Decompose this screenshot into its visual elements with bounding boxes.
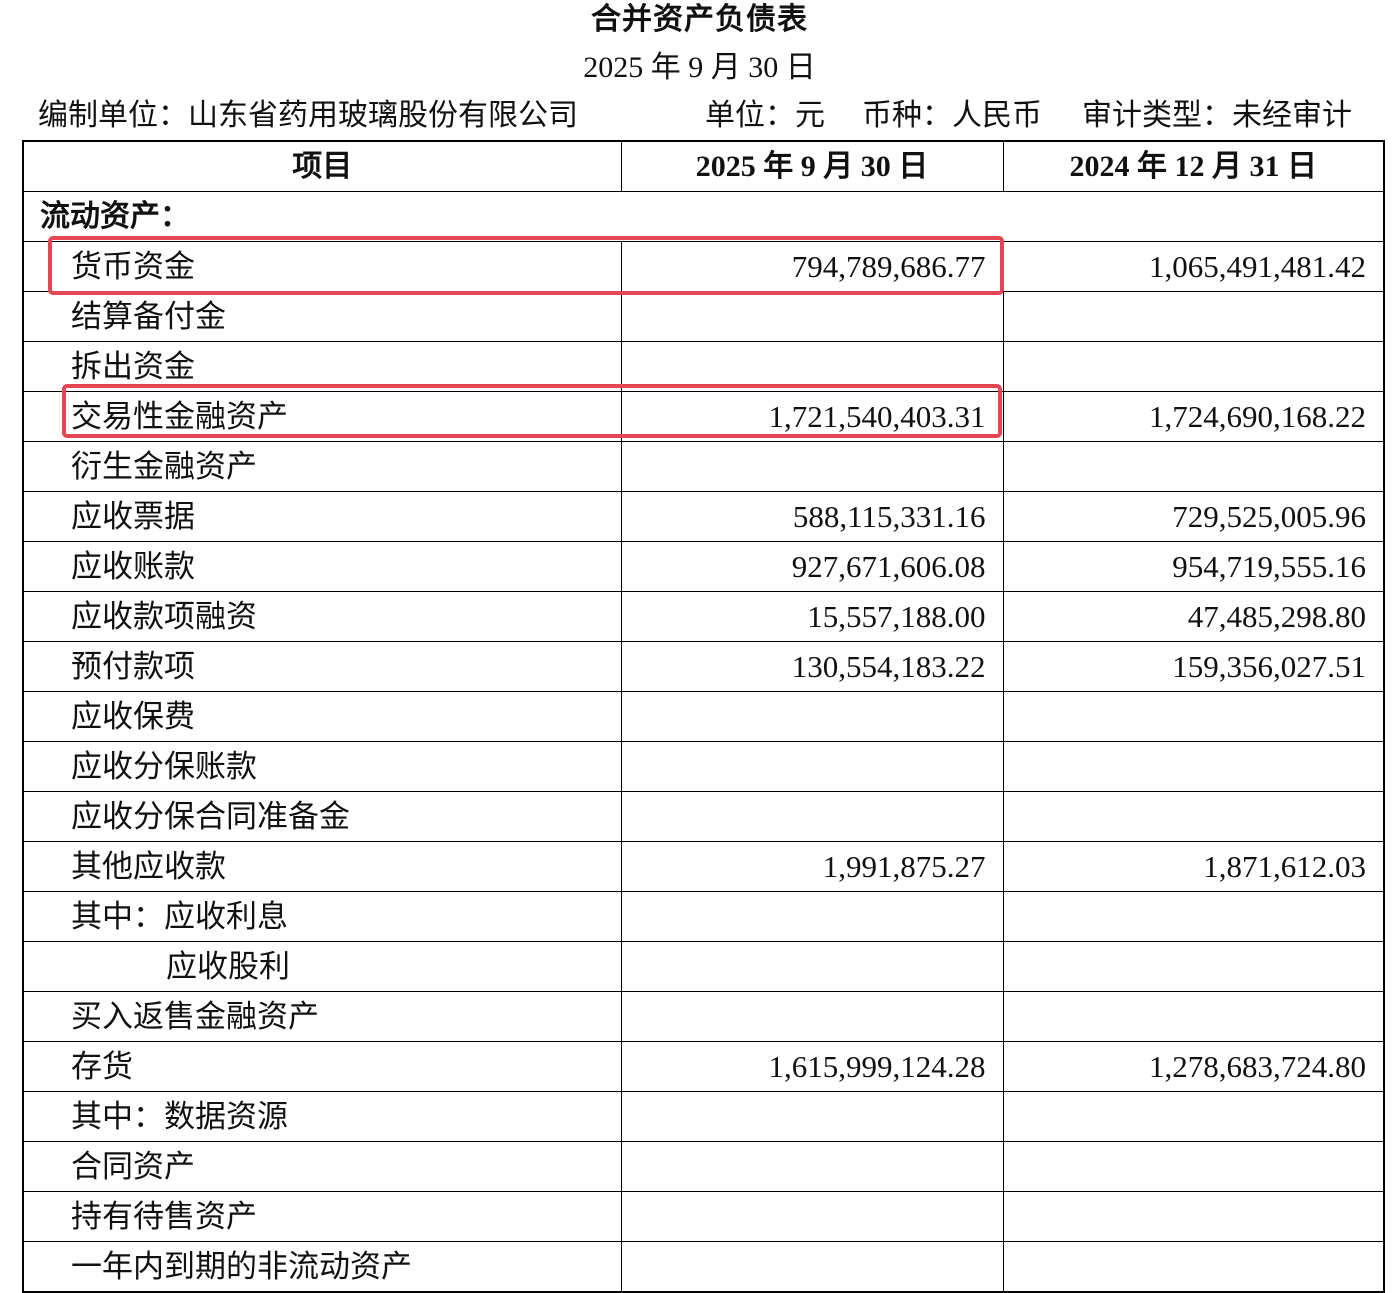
- current-value: [620, 441, 1004, 492]
- table-row: 一年内到期的非流动资产: [22, 1241, 1385, 1293]
- table-row: 其中：应收利息: [22, 891, 1385, 942]
- unit-info: 单位：元: [705, 99, 825, 132]
- previous-value: [1002, 691, 1385, 742]
- current-value: [620, 941, 1004, 992]
- previous-value: 1,278,683,724.80: [1002, 1041, 1385, 1092]
- item-label: 一年内到期的非流动资产: [22, 1241, 622, 1293]
- item-label: 货币资金: [22, 241, 622, 292]
- previous-value: [1002, 991, 1385, 1042]
- previous-value: 1,065,491,481.42: [1002, 241, 1385, 292]
- current-value: [620, 1191, 1004, 1242]
- current-value: [620, 291, 1004, 342]
- audit-type-info: 审计类型：未经审计: [1082, 99, 1352, 132]
- item-label: 衍生金融资产: [22, 441, 622, 492]
- table-row: 应收款项融资 15,557,188.00 47,485,298.80: [22, 591, 1385, 642]
- item-label: 其中：应收利息: [22, 891, 622, 942]
- preparer-info: 编制单位：山东省药用玻璃股份有限公司: [38, 99, 578, 132]
- document-title: 合并资产负债表: [591, 3, 808, 36]
- table-row: 预付款项 130,554,183.22 159,356,027.51: [22, 641, 1385, 692]
- table-row: 货币资金 794,789,686.77 1,065,491,481.42: [22, 241, 1385, 292]
- table-row: 应收分保账款: [22, 741, 1385, 792]
- previous-value: [1002, 741, 1385, 792]
- current-value: [620, 791, 1004, 842]
- section-label: 流动资产：: [22, 191, 1385, 242]
- previous-value: [1002, 1191, 1385, 1242]
- current-value: [620, 691, 1004, 742]
- item-label: 应收款项融资: [22, 591, 622, 642]
- table-row: 应收分保合同准备金: [22, 791, 1385, 842]
- table-row: 存货 1,615,999,124.28 1,278,683,724.80: [22, 1041, 1385, 1092]
- previous-value: [1002, 891, 1385, 942]
- item-label: 预付款项: [22, 641, 622, 692]
- current-value: [620, 891, 1004, 942]
- header-current-period: 2025 年 9 月 30 日: [620, 140, 1004, 192]
- item-label: 合同资产: [22, 1141, 622, 1192]
- table-row: 应收账款 927,671,606.08 954,719,555.16: [22, 541, 1385, 592]
- table-row: 买入返售金融资产: [22, 991, 1385, 1042]
- current-value: [620, 1141, 1004, 1192]
- table-row: 拆出资金: [22, 341, 1385, 392]
- table-row: 持有待售资产: [22, 1191, 1385, 1242]
- item-label: 持有待售资产: [22, 1191, 622, 1242]
- previous-value: [1002, 441, 1385, 492]
- currency-info: 币种：人民币: [862, 99, 1042, 132]
- previous-value: 47,485,298.80: [1002, 591, 1385, 642]
- previous-value: 1,871,612.03: [1002, 841, 1385, 892]
- table-row: 其中：数据资源: [22, 1091, 1385, 1142]
- item-label: 应收票据: [22, 491, 622, 542]
- previous-value: [1002, 1241, 1385, 1293]
- current-value: 130,554,183.22: [620, 641, 1004, 692]
- item-label: 结算备付金: [22, 291, 622, 342]
- table-row: 应收股利: [22, 941, 1385, 992]
- current-value: 1,615,999,124.28: [620, 1041, 1004, 1092]
- table-row: 应收票据 588,115,331.16 729,525,005.96: [22, 491, 1385, 542]
- previous-value: 954,719,555.16: [1002, 541, 1385, 592]
- previous-value: [1002, 1141, 1385, 1192]
- previous-value: 159,356,027.51: [1002, 641, 1385, 692]
- current-value: 927,671,606.08: [620, 541, 1004, 592]
- previous-value: [1002, 1091, 1385, 1142]
- item-label: 交易性金融资产: [22, 391, 622, 442]
- item-label: 买入返售金融资产: [22, 991, 622, 1042]
- previous-value: [1002, 291, 1385, 342]
- current-value: 1,991,875.27: [620, 841, 1004, 892]
- previous-value: [1002, 941, 1385, 992]
- table-row: 应收保费: [22, 691, 1385, 742]
- current-value: [620, 341, 1004, 392]
- header-item: 项目: [22, 140, 622, 192]
- section-row-current-assets: 流动资产：: [22, 191, 1385, 242]
- item-label: 其他应收款: [22, 841, 622, 892]
- previous-value: 1,724,690,168.22: [1002, 391, 1385, 442]
- current-value: [620, 991, 1004, 1042]
- previous-value: 729,525,005.96: [1002, 491, 1385, 542]
- table-header-row: 项目 2025 年 9 月 30 日 2024 年 12 月 31 日: [22, 140, 1385, 192]
- previous-value: [1002, 341, 1385, 392]
- header-previous-period: 2024 年 12 月 31 日: [1002, 140, 1385, 192]
- current-value: [620, 1241, 1004, 1293]
- report-date: 2025 年 9 月 30 日: [583, 51, 816, 84]
- item-label: 应收保费: [22, 691, 622, 742]
- table-row: 衍生金融资产: [22, 441, 1385, 492]
- table-row: 结算备付金: [22, 291, 1385, 342]
- item-label: 应收分保合同准备金: [22, 791, 622, 842]
- current-value: 794,789,686.77: [620, 241, 1004, 292]
- table-row: 合同资产: [22, 1141, 1385, 1192]
- current-value: 15,557,188.00: [620, 591, 1004, 642]
- balance-sheet-table: 项目 2025 年 9 月 30 日 2024 年 12 月 31 日 流动资产…: [22, 140, 1385, 1293]
- table-row: 交易性金融资产 1,721,540,403.31 1,724,690,168.2…: [22, 391, 1385, 442]
- item-label: 应收分保账款: [22, 741, 622, 792]
- item-label: 其中：数据资源: [22, 1091, 622, 1142]
- item-label: 存货: [22, 1041, 622, 1092]
- item-label: 应收账款: [22, 541, 622, 592]
- table-row: 其他应收款 1,991,875.27 1,871,612.03: [22, 841, 1385, 892]
- item-label: 拆出资金: [22, 341, 622, 392]
- item-label: 应收股利: [22, 941, 622, 992]
- current-value: 588,115,331.16: [620, 491, 1004, 542]
- current-value: [620, 741, 1004, 792]
- current-value: 1,721,540,403.31: [620, 391, 1004, 442]
- current-value: [620, 1091, 1004, 1142]
- previous-value: [1002, 791, 1385, 842]
